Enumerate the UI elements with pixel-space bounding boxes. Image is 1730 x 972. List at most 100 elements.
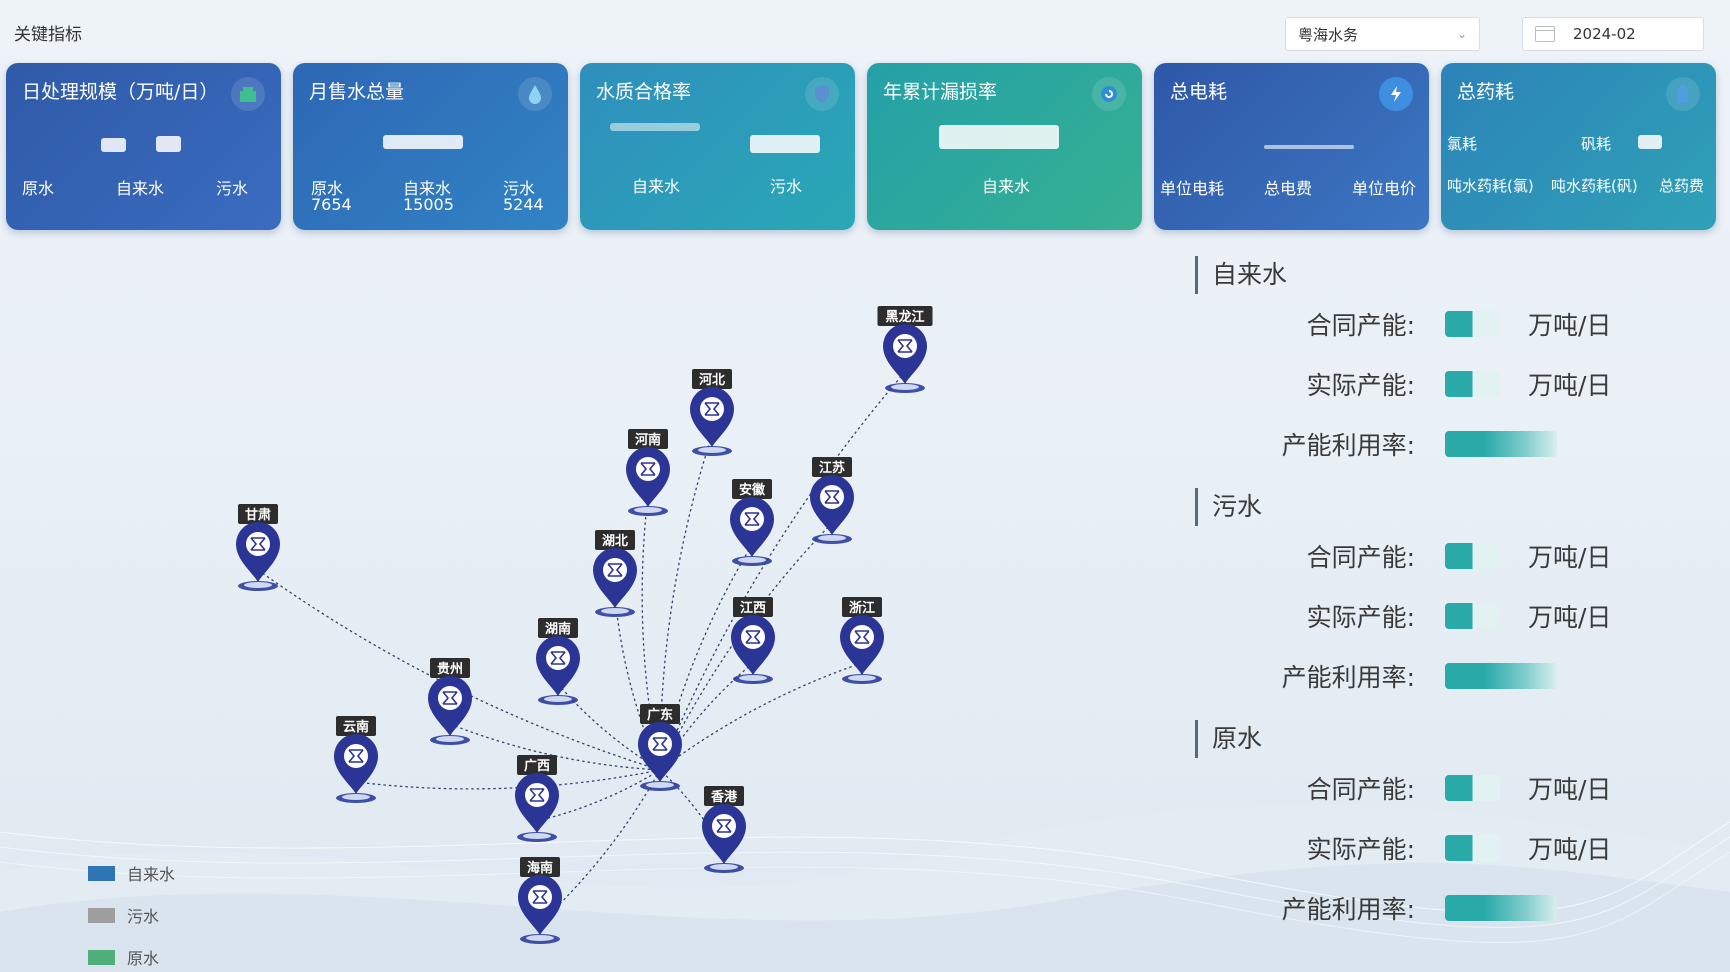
date-picker[interactable]: 2024-02 bbox=[1522, 17, 1704, 51]
card-label: 氯耗 bbox=[1447, 135, 1478, 153]
capacity-section-wastewater: 污水 合同产能: 万吨/日 实际产能: 万吨/日 产能利用率: bbox=[1195, 488, 1715, 706]
legend-swatch bbox=[88, 907, 115, 923]
pin-inner-circle bbox=[344, 744, 368, 768]
province-pin[interactable]: 湖南 bbox=[536, 618, 580, 705]
pin-base-inner bbox=[818, 535, 846, 541]
province-pin[interactable]: 云南 bbox=[334, 716, 378, 803]
province-pin[interactable]: 贵州 bbox=[428, 658, 472, 745]
province-pin[interactable]: 安徽 bbox=[730, 479, 774, 566]
pin-inner-circle bbox=[438, 686, 462, 710]
monthly-sales-card[interactable]: 月售水总量 原水 自来水 污水 7654 15005 5244 bbox=[293, 63, 568, 230]
pin-label: 贵州 bbox=[437, 661, 463, 677]
blurred-value bbox=[939, 125, 1059, 149]
pin-inner-circle bbox=[603, 558, 627, 582]
connection-line bbox=[355, 769, 661, 790]
province-network-map: 黑龙江河北河南 江苏安徽 甘肃湖北江西 浙江 湖南 贵州广东云南广西香港海南 bbox=[236, 306, 933, 944]
pin-label: 黑龙江 bbox=[885, 309, 924, 325]
pin-label: 海南 bbox=[527, 860, 553, 876]
card-value: 5244 bbox=[503, 195, 544, 214]
metric-row: 产能利用率: bbox=[1195, 646, 1715, 706]
pin-inner-circle bbox=[700, 397, 724, 421]
metric-unit: 万吨/日 bbox=[1528, 371, 1612, 400]
connection-line bbox=[659, 371, 906, 771]
pin-base-inner bbox=[342, 794, 370, 800]
province-pin[interactable]: 江苏 bbox=[810, 457, 854, 544]
metric-label: 实际产能: bbox=[1306, 835, 1415, 864]
card-label: 自来水 bbox=[982, 177, 1031, 196]
redacted-value bbox=[1445, 895, 1557, 921]
province-pin[interactable]: 河南 bbox=[626, 429, 670, 516]
leak-rate-card[interactable]: 年累计漏损率 自来水 bbox=[867, 63, 1142, 230]
legend-label: 自来水 bbox=[127, 865, 176, 884]
province-pin[interactable]: 广西 bbox=[515, 755, 559, 842]
daily-scale-card[interactable]: 日处理规模（万吨/日） 原水 自来水 污水 bbox=[6, 63, 281, 230]
legend-item[interactable]: 原水 bbox=[88, 936, 175, 972]
redacted-value bbox=[1445, 775, 1500, 801]
card-value: 7654 bbox=[311, 195, 352, 214]
building-icon bbox=[231, 77, 265, 111]
pin-label: 广东 bbox=[647, 707, 673, 723]
pin-base-inner bbox=[698, 447, 726, 453]
metric-row: 实际产能: 万吨/日 bbox=[1195, 586, 1715, 646]
pin-label: 甘肃 bbox=[245, 507, 271, 523]
pin-base-inner bbox=[646, 782, 674, 788]
pin-inner-circle bbox=[525, 783, 549, 807]
section-title: 原水 bbox=[1195, 720, 1715, 758]
water-quality-card[interactable]: 水质合格率 自来水 污水 bbox=[580, 63, 855, 230]
card-label: 自来水 bbox=[632, 177, 681, 196]
pin-label: 广西 bbox=[524, 758, 550, 774]
metric-label: 产能利用率: bbox=[1281, 431, 1415, 460]
pin-base-inner bbox=[848, 675, 876, 681]
province-pin[interactable]: 河北 bbox=[690, 369, 734, 456]
pin-label: 江苏 bbox=[819, 460, 845, 476]
metric-label: 产能利用率: bbox=[1281, 895, 1415, 924]
legend-item[interactable]: 自来水 bbox=[88, 852, 175, 894]
power-card[interactable]: 总电耗 单位电耗 总电费 单位电价 bbox=[1154, 63, 1429, 230]
blurred-value bbox=[1264, 145, 1354, 149]
blurred-value bbox=[750, 135, 820, 153]
legend-item[interactable]: 污水 bbox=[88, 894, 175, 936]
pin-inner-circle bbox=[741, 625, 765, 649]
province-pin[interactable]: 甘肃 bbox=[236, 504, 280, 591]
section-title: 污水 bbox=[1195, 488, 1715, 526]
pin-base-inner bbox=[436, 736, 464, 742]
pin-inner-circle bbox=[893, 334, 917, 358]
metric-unit: 万吨/日 bbox=[1528, 543, 1612, 572]
card-title: 年累计漏损率 bbox=[883, 81, 998, 103]
province-pin[interactable]: 海南 bbox=[518, 857, 562, 944]
province-pin[interactable]: 湖北 bbox=[593, 530, 637, 617]
card-title: 日处理规模（万吨/日） bbox=[22, 81, 219, 103]
metric-unit: 万吨/日 bbox=[1528, 775, 1612, 804]
legend-label: 原水 bbox=[127, 949, 160, 968]
metric-row: 合同产能: 万吨/日 bbox=[1195, 526, 1715, 586]
pin-inner-circle bbox=[636, 457, 660, 481]
metric-label: 合同产能: bbox=[1306, 543, 1415, 572]
metric-label: 实际产能: bbox=[1306, 371, 1415, 400]
card-title: 总电耗 bbox=[1170, 81, 1228, 103]
card-label: 污水 bbox=[770, 177, 803, 196]
card-label: 吨水药耗(矾) bbox=[1551, 177, 1638, 195]
pin-base-inner bbox=[523, 833, 551, 839]
metric-row: 合同产能: 万吨/日 bbox=[1195, 294, 1715, 354]
card-label: 总电费 bbox=[1264, 179, 1313, 198]
redacted-value bbox=[1445, 371, 1500, 397]
chemicals-card[interactable]: 总药耗 氯耗 矾耗 吨水药耗(氯) 吨水药耗(矾) 总药费 bbox=[1441, 63, 1716, 230]
pin-label: 云南 bbox=[343, 719, 369, 735]
province-pin[interactable]: 江西 bbox=[731, 597, 775, 684]
org-select[interactable]: 粤海水务 ⌄ bbox=[1285, 17, 1480, 51]
chevron-down-icon: ⌄ bbox=[1456, 27, 1467, 41]
card-label: 吨水药耗(氯) bbox=[1447, 177, 1534, 195]
card-label: 单位电耗 bbox=[1160, 179, 1225, 198]
metric-label: 合同产能: bbox=[1306, 775, 1415, 804]
province-pin[interactable]: 广东 bbox=[638, 704, 682, 791]
province-pin[interactable]: 黑龙江 bbox=[877, 306, 933, 393]
legend-swatch bbox=[88, 865, 115, 881]
province-pin[interactable]: 香港 bbox=[702, 786, 746, 873]
capacity-section-tap-water: 自来水 合同产能: 万吨/日 实际产能: 万吨/日 产能利用率: bbox=[1195, 256, 1715, 474]
redacted-value bbox=[1445, 311, 1500, 337]
card-label: 自来水 bbox=[116, 179, 165, 198]
pin-inner-circle bbox=[648, 732, 672, 756]
calendar-icon bbox=[1535, 26, 1555, 42]
province-pin[interactable]: 浙江 bbox=[840, 597, 884, 684]
pin-label: 湖北 bbox=[602, 534, 628, 549]
